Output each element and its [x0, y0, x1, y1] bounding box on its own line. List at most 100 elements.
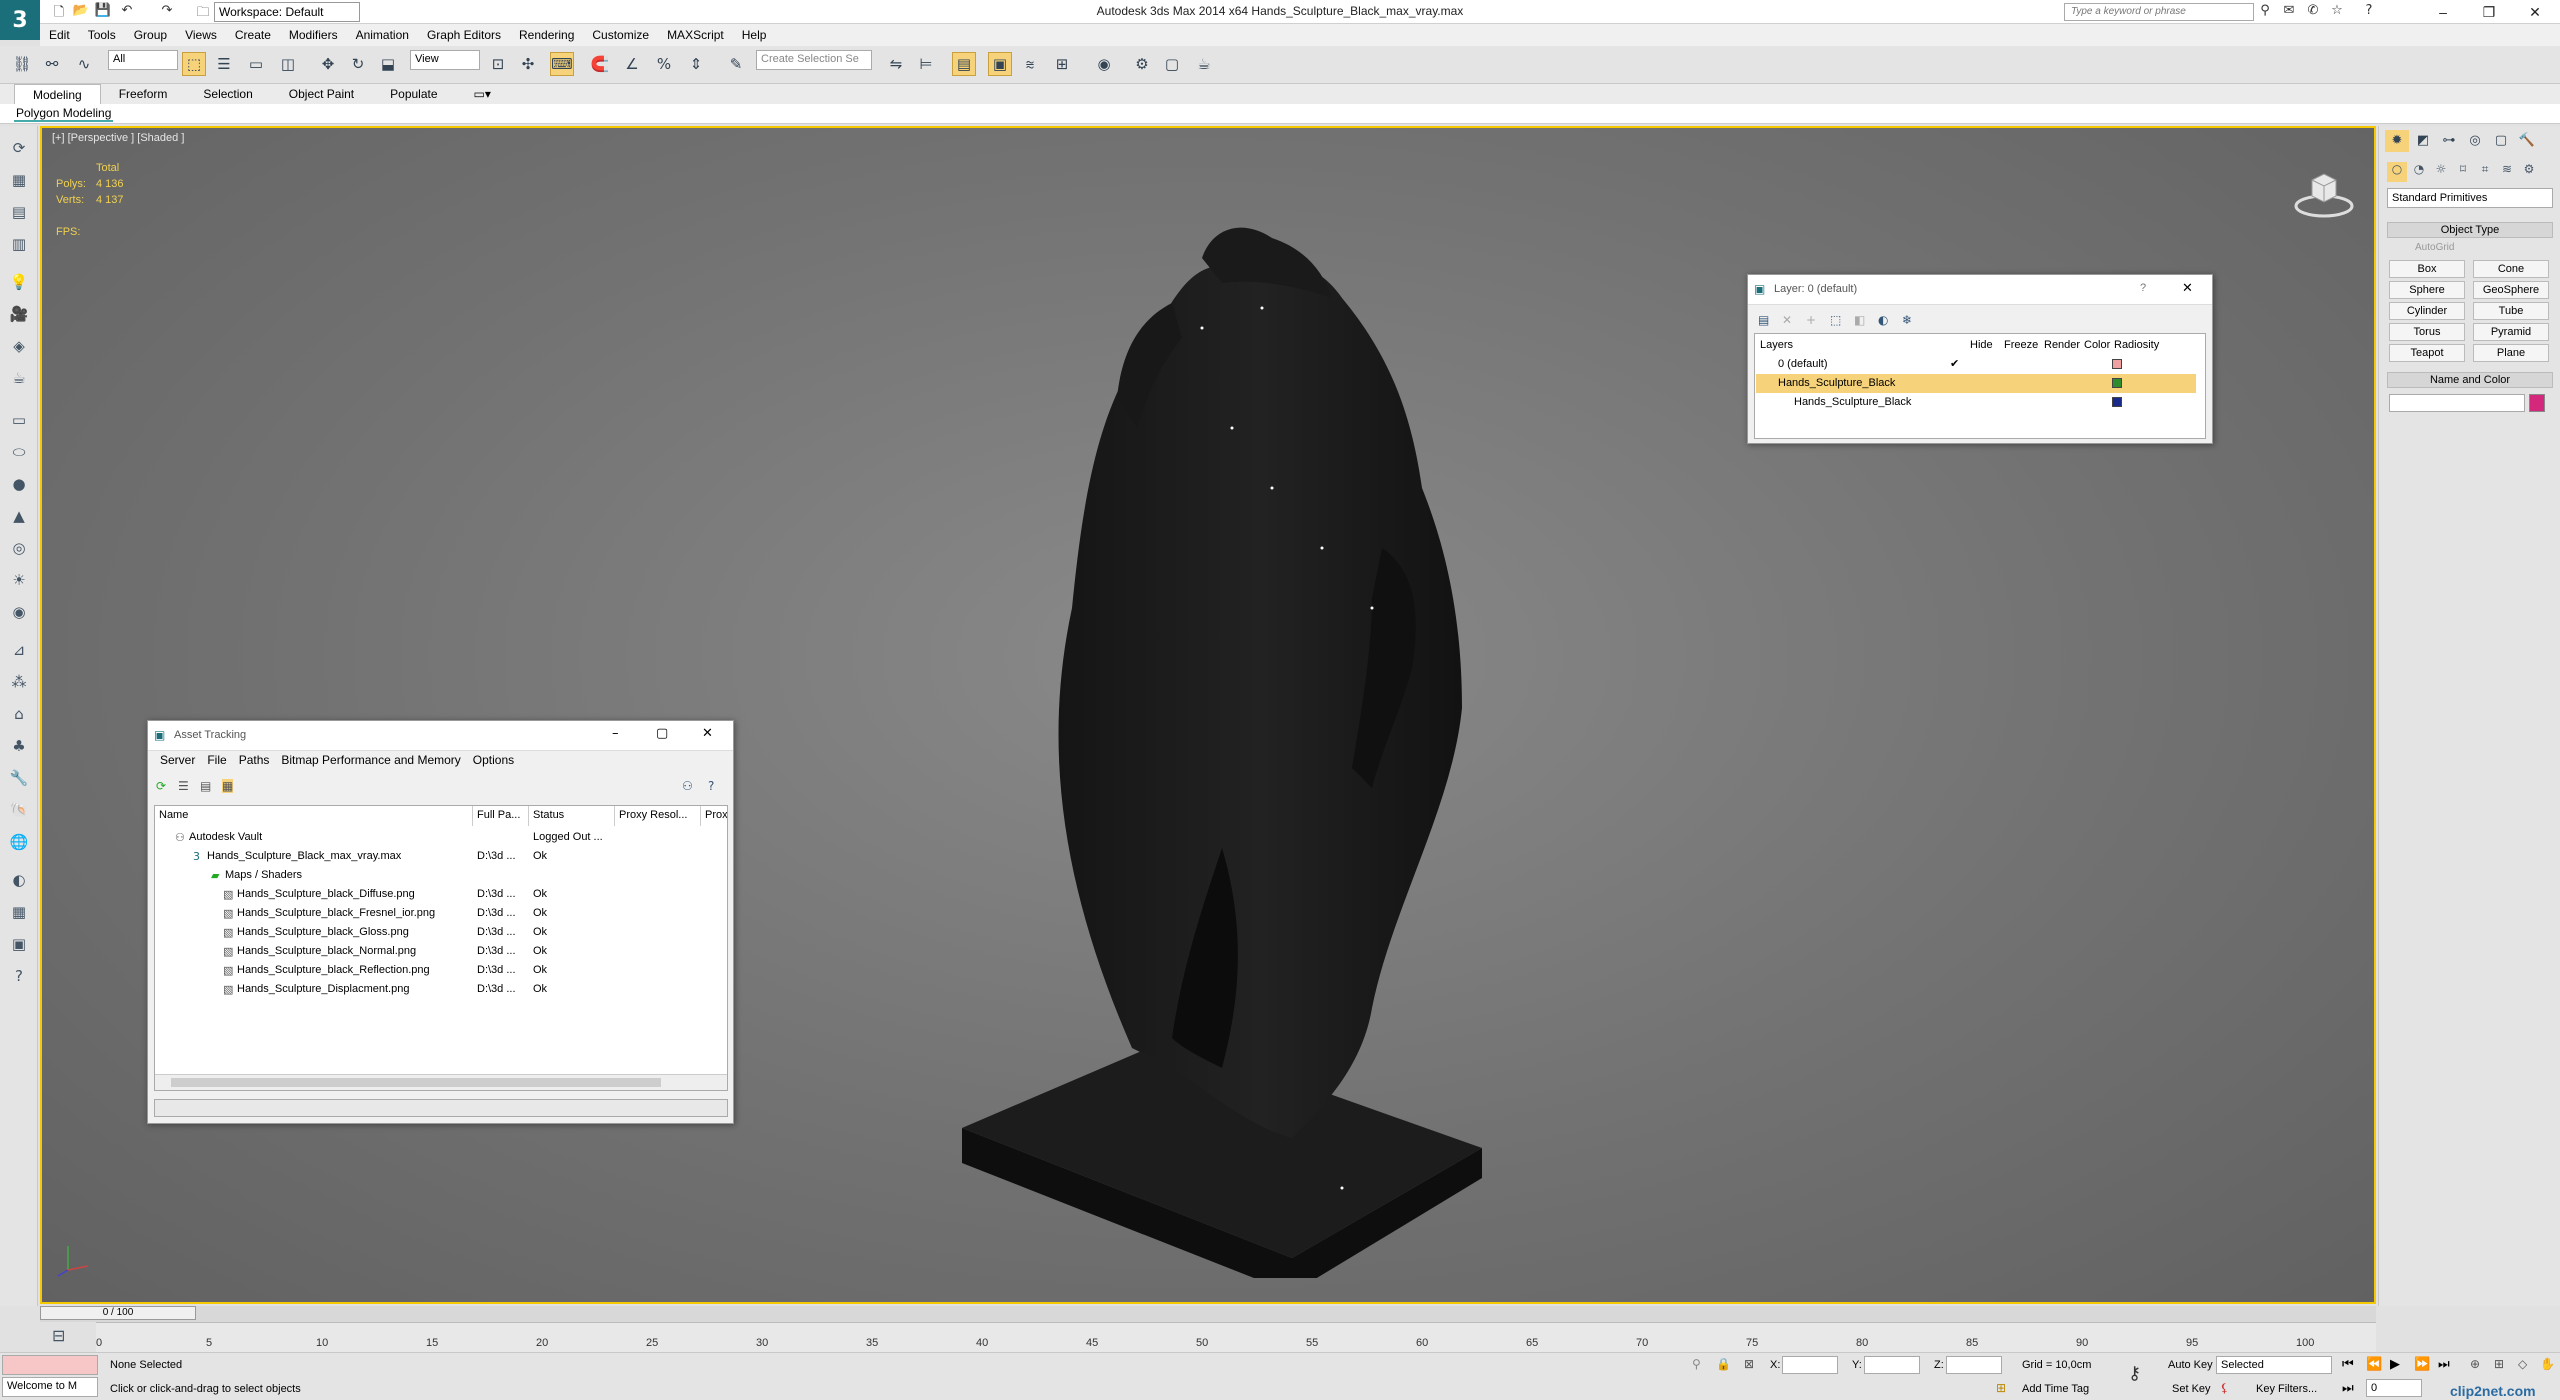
spacewarps-icon[interactable]: ≋	[2497, 162, 2517, 182]
sphere-icon[interactable]: ●	[7, 472, 31, 496]
render-teapot-icon[interactable]: ☕	[1192, 52, 1216, 76]
pyramid-button[interactable]: Pyramid	[2473, 323, 2549, 341]
delete-layer-icon[interactable]: ✕	[1782, 313, 1792, 327]
asset-close-icon[interactable]: ✕	[702, 726, 713, 741]
object-name-input[interactable]	[2389, 394, 2525, 412]
layer-color-swatch[interactable]	[2112, 378, 2122, 388]
create-layer-icon[interactable]: ▤	[1758, 313, 1769, 327]
col-full-path[interactable]: Full Pa...	[473, 806, 529, 826]
layer-row[interactable]: Hands_Sculpture_Black	[1756, 393, 2196, 412]
vault-icon[interactable]: ⚇	[682, 779, 693, 793]
asset-menu-paths[interactable]: Paths	[233, 753, 276, 767]
asset-menu-bitmap[interactable]: Bitmap Performance and Memory	[275, 753, 466, 767]
workspace-dropdown[interactable]: Workspace: Default	[214, 2, 360, 22]
mirror-icon[interactable]: ⇋	[884, 52, 908, 76]
primitive-type-dropdown[interactable]: Standard Primitives	[2387, 188, 2553, 208]
viewcube-icon[interactable]	[2292, 160, 2356, 224]
material-sphere-icon[interactable]: ◐	[7, 868, 31, 892]
menu-rendering[interactable]: Rendering	[510, 28, 583, 42]
tab-object-paint[interactable]: Object Paint	[271, 84, 372, 104]
menu-views[interactable]: Views	[176, 28, 226, 42]
torus-icon[interactable]: ◎	[7, 536, 31, 560]
tab-populate[interactable]: Populate	[372, 84, 455, 104]
binoculars-icon[interactable]: ⚲	[2256, 3, 2274, 21]
key-filters-button[interactable]: Key Filters...	[2256, 1383, 2317, 1395]
unlink-icon[interactable]: ⚯	[40, 52, 64, 76]
maxscript-mini-output[interactable]	[2, 1355, 98, 1375]
auto-key-button[interactable]: Auto Key	[2168, 1359, 2213, 1371]
table-row[interactable]: ▧ Hands_Sculpture_black_Normal.png D:\3d…	[155, 942, 727, 961]
highlight-layer-icon[interactable]: ◧	[1854, 313, 1865, 327]
cone-button[interactable]: Cone	[2473, 260, 2549, 278]
layer-manager-icon[interactable]: ▤	[952, 52, 976, 76]
freeze-all-icon[interactable]: ❄	[1902, 313, 1912, 327]
ribbon-options-icon[interactable]: ▭▾	[456, 84, 509, 104]
app-logo[interactable]: 3	[0, 0, 40, 40]
layer-close-icon[interactable]: ✕	[2182, 281, 2193, 296]
menu-animation[interactable]: Animation	[347, 28, 418, 42]
scale-icon[interactable]: ⬓	[376, 52, 400, 76]
systems-icon[interactable]: ⚙	[2519, 162, 2539, 182]
col-color[interactable]: Color	[2084, 339, 2110, 351]
layer-icon[interactable]: ▤	[7, 200, 31, 224]
lock-selection-icon[interactable]: 🔒	[1716, 1357, 1731, 1371]
shapes-icon[interactable]: ◔	[2409, 162, 2429, 182]
rect-selection-icon[interactable]: ▭	[244, 52, 268, 76]
fov-icon[interactable]: ◇	[2518, 1357, 2527, 1371]
table-view-icon[interactable]: ▦	[222, 779, 234, 793]
maxscript-listener-input[interactable]: Welcome to M	[2, 1377, 98, 1397]
table-row[interactable]: ▧ Hands_Sculpture_black_Gloss.png D:\3d …	[155, 923, 727, 942]
key-mode-toggle-icon[interactable]: ⏭	[2342, 1381, 2354, 1396]
object-color-swatch[interactable]	[2529, 394, 2545, 412]
table-row[interactable]: 3 Hands_Sculpture_Black_max_vray.max D:\…	[155, 847, 727, 866]
col-layers[interactable]: Layers	[1760, 339, 1793, 351]
plant-icon[interactable]: ♣	[7, 734, 31, 758]
key-icon[interactable]: ⚸	[2220, 1381, 2229, 1395]
scene-explorer-icon[interactable]: ▦	[7, 168, 31, 192]
menu-create[interactable]: Create	[226, 28, 280, 42]
name-color-rollout[interactable]: Name and Color	[2387, 372, 2553, 388]
horizontal-scrollbar[interactable]	[155, 1074, 727, 1090]
redo-icon[interactable]: ↷	[158, 3, 176, 21]
polygon-modeling-label[interactable]: Polygon Modeling	[14, 106, 114, 122]
edit-named-selection-icon[interactable]: ✎	[724, 52, 748, 76]
layer-color-swatch[interactable]	[2112, 359, 2122, 369]
tab-freeform[interactable]: Freeform	[101, 84, 186, 104]
torus-button[interactable]: Torus	[2389, 323, 2465, 341]
menu-help[interactable]: Help	[733, 28, 776, 42]
select-object-icon[interactable]: ⬚	[182, 52, 206, 76]
active-check-icon[interactable]: ✔	[1950, 355, 1959, 374]
time-slider-track[interactable]	[40, 1306, 2376, 1322]
utilities-tab-icon[interactable]: 🔨	[2515, 130, 2539, 152]
house-icon[interactable]: ⌂	[7, 702, 31, 726]
set-key-icon[interactable]: ⚷	[2128, 1363, 2141, 1384]
zoom-extents-icon[interactable]: ⊞	[2494, 1357, 2504, 1371]
selection-filter-dropdown[interactable]: All	[108, 50, 178, 70]
plane-icon[interactable]: ▭	[7, 408, 31, 432]
window-crossing-icon[interactable]: ◫	[276, 52, 300, 76]
asset-minimize-icon[interactable]: –	[612, 726, 619, 741]
open-file-icon[interactable]: 📂	[72, 3, 90, 21]
teapot-button[interactable]: Teapot	[2389, 344, 2465, 362]
mini-curve-editor-icon[interactable]: ⊟	[52, 1326, 65, 1345]
col-proxy[interactable]: Prox	[701, 806, 727, 826]
table-row[interactable]: ▧ Hands_Sculpture_Displacment.png D:\3d …	[155, 980, 727, 999]
asset-help-icon[interactable]: ?	[708, 779, 714, 793]
cylinder-button[interactable]: Cylinder	[2389, 302, 2465, 320]
hide-all-icon[interactable]: ◐	[1878, 313, 1888, 327]
scrollbar-thumb[interactable]	[171, 1078, 661, 1087]
sun-icon[interactable]: ☀	[7, 568, 31, 592]
geometry-icon[interactable]: ○	[2387, 162, 2407, 182]
col-name[interactable]: Name	[155, 806, 473, 826]
globe-icon[interactable]: 🌐	[7, 830, 31, 854]
y-coordinate-input[interactable]	[1864, 1356, 1920, 1374]
target-icon[interactable]: ◉	[7, 600, 31, 624]
add-to-layer-icon[interactable]: +	[1806, 313, 1816, 327]
table-icon[interactable]: ▦	[7, 900, 31, 924]
hierarchy-tab-icon[interactable]: ⊶	[2437, 130, 2461, 152]
time-slider[interactable]: 0 / 100	[40, 1306, 196, 1320]
layer-color-swatch[interactable]	[2112, 397, 2122, 407]
tab-modeling[interactable]: Modeling	[14, 84, 101, 104]
select-in-layer-icon[interactable]: ⬚	[1830, 313, 1841, 327]
track-bar[interactable]: 0 5 10 15 20 25 30 35 40 45 50 55 60 65 …	[96, 1322, 2376, 1352]
